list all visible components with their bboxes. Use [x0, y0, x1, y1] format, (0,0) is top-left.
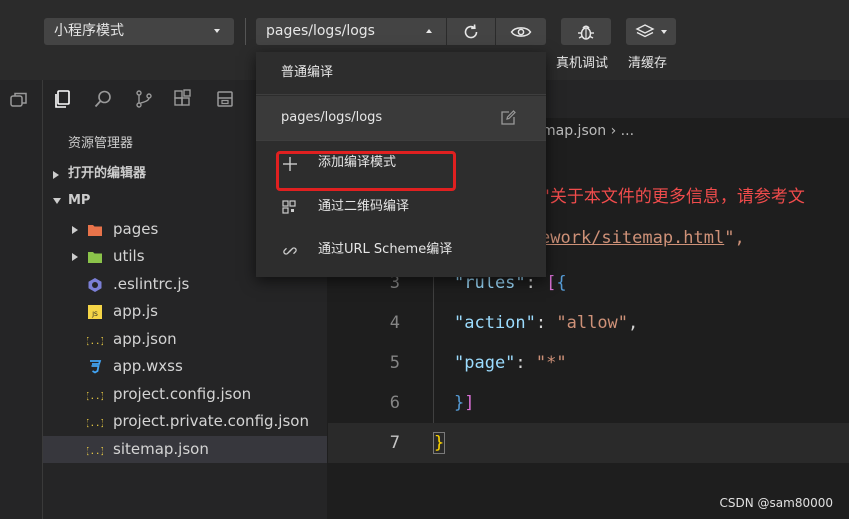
svg-text:{..}: {..}: [87, 392, 103, 402]
refresh-button[interactable]: [447, 18, 495, 45]
tree-item-label: sitemap.json: [113, 440, 209, 458]
menu-item-current-page[interactable]: pages/logs/logs: [256, 96, 546, 140]
tree-item-label: project.private.config.json: [113, 412, 309, 430]
menu-item-label: pages/logs/logs: [281, 110, 383, 125]
code-link-string: ework/sitemap.html",: [540, 228, 745, 248]
svg-text:JS: JS: [91, 311, 98, 318]
eye-icon: [510, 26, 532, 37]
preview-button[interactable]: [496, 18, 546, 45]
chevron-down-icon: [53, 198, 61, 204]
line-number: 6: [389, 393, 400, 413]
menu-separator: [256, 94, 546, 95]
code-text: }: [432, 432, 446, 454]
tree-file[interactable]: app.wxss: [43, 353, 327, 380]
menu-item-label: 通过二维码编译: [318, 199, 410, 214]
link-icon: [283, 247, 297, 255]
mode-select-value: 小程序模式: [54, 23, 124, 39]
code-line-4[interactable]: 4 "action": "allow",: [328, 303, 849, 343]
svg-text:{..}: {..}: [87, 447, 103, 457]
section-project-label: MP: [68, 193, 91, 208]
menu-item-url-scheme-compile[interactable]: 通过URL Scheme编译: [256, 229, 546, 271]
folder-pages-icon: [88, 225, 102, 236]
tree-item-label: app.js: [113, 302, 158, 320]
chevron-right-icon: [53, 171, 59, 179]
json-icon: {..}: [87, 419, 103, 429]
tree-item-label: app.wxss: [113, 357, 183, 375]
chevron-right-icon[interactable]: [72, 226, 78, 234]
indent-guide: [433, 343, 434, 383]
tree-file[interactable]: {..} project.private.config.json: [43, 408, 327, 435]
code-comment-string: "关于本文件的更多信息，请参考文: [542, 187, 805, 207]
line-number: 7: [389, 433, 400, 453]
remote-debug-button[interactable]: [561, 18, 611, 45]
code-text: "page": "*": [454, 353, 567, 373]
tree-file[interactable]: JS app.js: [43, 298, 327, 325]
remote-debug-label: 真机调试: [556, 56, 609, 71]
code-text: "action": "allow",: [454, 313, 639, 333]
tree-item-label: pages: [113, 220, 159, 238]
toolbar-divider: [245, 18, 246, 45]
layers-icon: [635, 23, 655, 37]
refresh-icon: [464, 23, 478, 38]
tree-file[interactable]: {..} sitemap.json: [43, 436, 327, 463]
json-icon: {..}: [87, 337, 103, 347]
svg-text:{..}: {..}: [87, 337, 103, 347]
bug-icon: [578, 25, 594, 40]
tree-file[interactable]: {..} project.config.json: [43, 381, 327, 408]
json-icon: {..}: [87, 392, 103, 402]
sitemap-link[interactable]: ework/sitemap.html: [540, 228, 724, 248]
chevron-up-icon: [426, 29, 432, 33]
chevron-down-icon: [661, 29, 667, 34]
code-line-6[interactable]: 6 }]: [328, 383, 849, 423]
line-number: 5: [389, 353, 400, 373]
extensions-icon[interactable]: [173, 89, 193, 109]
tree-item-label: app.json: [113, 330, 177, 348]
clear-cache-label: 清缓存: [628, 56, 668, 71]
mode-select[interactable]: 小程序模式: [44, 18, 234, 45]
tree-item-label: utils: [113, 247, 145, 265]
folder-utils-icon: [88, 252, 102, 263]
menu-item-normal-compile[interactable]: 普通编译: [256, 52, 546, 94]
save-icon[interactable]: [215, 89, 235, 109]
menu-item-label: 普通编译: [281, 65, 334, 80]
eslint-icon: [88, 278, 102, 292]
json-icon: {..}: [87, 447, 103, 457]
js-icon: JS: [88, 305, 102, 319]
css-icon: [90, 360, 102, 374]
clear-cache-button[interactable]: [626, 18, 676, 45]
indent-guide: [433, 383, 434, 423]
watermark: CSDN @sam80000: [719, 496, 834, 510]
tree-item-label: project.config.json: [113, 385, 252, 403]
code-line-7[interactable]: 7 }: [328, 423, 849, 463]
line-number: 4: [389, 313, 400, 333]
code-text: }]: [454, 393, 475, 413]
window-restore-icon[interactable]: [9, 90, 29, 110]
files-icon[interactable]: [53, 89, 73, 109]
menu-item-label: 通过URL Scheme编译: [318, 242, 453, 257]
code-line-5[interactable]: 5 "page": "*": [328, 343, 849, 383]
edit-icon[interactable]: [500, 110, 516, 126]
section-open-editors-label: 打开的编辑器: [68, 166, 147, 181]
chevron-down-icon: [214, 29, 220, 33]
tree-item-label: .eslintrc.js: [113, 275, 190, 293]
chevron-right-icon[interactable]: [72, 253, 78, 261]
qrcode-icon: [282, 200, 296, 214]
source-control-icon[interactable]: [134, 89, 154, 109]
annotation-highlight-box: [276, 151, 456, 191]
compile-page-select[interactable]: pages/logs/logs: [256, 18, 446, 45]
search-icon[interactable]: [93, 89, 113, 109]
indent-guide: [433, 303, 434, 343]
activity-rail: [0, 80, 43, 519]
compile-page-value: pages/logs/logs: [266, 23, 375, 39]
tree-file[interactable]: {..} app.json: [43, 326, 327, 353]
svg-text:{..}: {..}: [87, 419, 103, 429]
sidebar-title: 资源管理器: [68, 136, 134, 151]
menu-item-qrcode-compile[interactable]: 通过二维码编译: [256, 186, 546, 228]
breadcrumb[interactable]: map.json › ...: [542, 123, 634, 139]
menu-separator: [256, 140, 546, 141]
